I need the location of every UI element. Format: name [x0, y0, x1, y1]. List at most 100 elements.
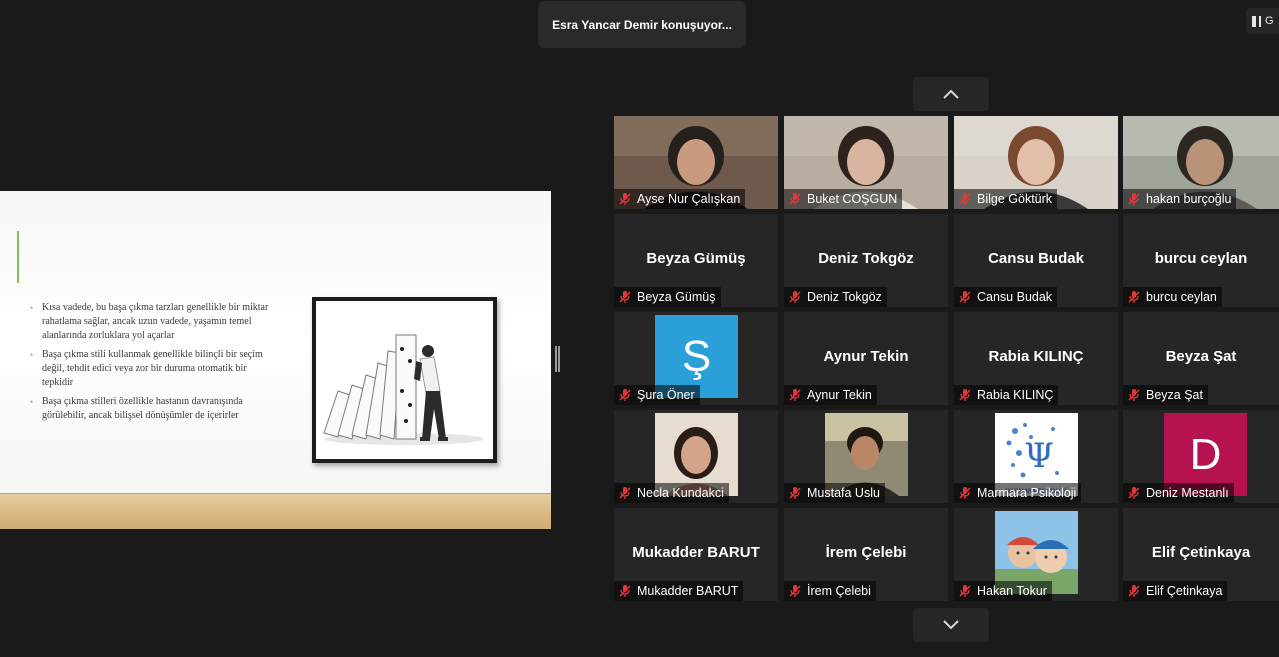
muted-microphone-icon [1128, 585, 1140, 597]
gallery-page-down-button[interactable] [913, 608, 989, 642]
participant-tile[interactable]: Necla Kundakci [614, 410, 778, 503]
participant-name: Ayse Nur Çalışkan [637, 192, 741, 206]
participant-display-name: Mukadder BARUT [632, 544, 760, 561]
participant-display-name: Rabia KILINÇ [988, 348, 1084, 365]
participant-name: Buket COŞGUN [807, 192, 898, 206]
participant-tile[interactable]: Mustafa Uslu [784, 410, 948, 503]
participant-name-tag: Cansu Budak [954, 287, 1058, 307]
participant-name-tag: Mustafa Uslu [784, 483, 885, 503]
participant-display-name: Beyza Gümüş [646, 250, 746, 267]
participant-tile[interactable]: Elif Çetinkaya Elif Çetinkaya [1123, 508, 1279, 601]
participant-tile[interactable]: Mukadder BARUT Mukadder BARUT [614, 508, 778, 601]
muted-microphone-icon [1128, 487, 1140, 499]
participant-name-tag: Beyza Şat [1123, 385, 1208, 405]
participant-name: Necla Kundakci [637, 486, 724, 500]
gallery-page-up-button[interactable] [913, 77, 989, 111]
participant-tile[interactable]: Cansu Budak Cansu Budak [954, 214, 1118, 307]
participant-tile[interactable]: D Deniz Mestanlı [1123, 410, 1279, 503]
participant-name-tag: İrem Çelebi [784, 581, 876, 601]
participant-tile[interactable]: Hakan Tokur [954, 508, 1118, 601]
participant-name: burcu ceylan [1146, 290, 1217, 304]
participant-tile[interactable]: Ş Şura Öner [614, 312, 778, 405]
participant-name-tag: Rabia KILINÇ [954, 385, 1059, 405]
muted-microphone-icon [789, 193, 801, 205]
participant-name: İrem Çelebi [807, 584, 871, 598]
muted-microphone-icon [619, 291, 631, 303]
participant-tile[interactable]: Aynur Tekin Aynur Tekin [784, 312, 948, 405]
participant-name: Elif Çetinkaya [1146, 584, 1223, 598]
slide-floor-decoration [0, 493, 551, 529]
participant-name-tag: Marmara Psikoloji [954, 483, 1082, 503]
shared-screen-slide[interactable]: Kısa vadede, bu başa çıkma tarzları gene… [0, 191, 551, 529]
muted-microphone-icon [1128, 291, 1140, 303]
participant-name: Hakan Tokur [977, 584, 1047, 598]
participant-name: Beyza Gümüş [637, 290, 716, 304]
participant-tile[interactable]: İrem Çelebi İrem Çelebi [784, 508, 948, 601]
muted-microphone-icon [1128, 193, 1140, 205]
participant-name: Şura Öner [637, 388, 695, 402]
muted-microphone-icon [789, 291, 801, 303]
gallery-view-button[interactable]: G [1246, 8, 1279, 34]
participant-name: hakan burçoğlu [1146, 192, 1232, 206]
muted-microphone-icon [959, 389, 971, 401]
participant-name: Rabia KILINÇ [977, 388, 1054, 402]
participant-tile[interactable]: Beyza Şat Beyza Şat [1123, 312, 1279, 405]
participant-tile[interactable]: Buket COŞGUN [784, 116, 948, 209]
participant-name-tag: Beyza Gümüş [614, 287, 721, 307]
participant-name: Deniz Tokgöz [807, 290, 882, 304]
participant-display-name: İrem Çelebi [825, 544, 907, 561]
muted-microphone-icon [789, 389, 801, 401]
participant-tile[interactable]: Beyza Gümüş Beyza Gümüş [614, 214, 778, 307]
participant-name: Bilge Göktürk [977, 192, 1053, 206]
participant-name-tag: Necla Kundakci [614, 483, 729, 503]
muted-microphone-icon [959, 193, 971, 205]
participant-name-tag: Hakan Tokur [954, 581, 1052, 601]
muted-microphone-icon [619, 389, 631, 401]
participant-name-tag: Aynur Tekin [784, 385, 877, 405]
participant-name-tag: hakan burçoğlu [1123, 189, 1237, 209]
muted-microphone-icon [619, 193, 631, 205]
split-view-resize-handle[interactable] [555, 346, 560, 372]
participant-tile[interactable]: Rabia KILINÇ Rabia KILINÇ [954, 312, 1118, 405]
participant-name: Deniz Mestanlı [1146, 486, 1229, 500]
participant-name: Mustafa Uslu [807, 486, 880, 500]
participant-tile[interactable]: Ayse Nur Çalışkan [614, 116, 778, 209]
participant-display-name: Beyza Şat [1165, 348, 1237, 365]
meeting-window: Esra Yancar Demir konuşuyor... G Kısa va… [0, 0, 1279, 657]
slide-bullet: Başa çıkma stili kullanmak genellikle bi… [28, 348, 278, 390]
slide-bullet: Kısa vadede, bu başa çıkma tarzları gene… [28, 301, 278, 343]
avatar-letter: D [1189, 429, 1222, 479]
domino-pushing-image [312, 297, 497, 463]
participant-gallery: Ayse Nur Çalışkan Buket COŞGUN Bilge Göktü… [614, 116, 1279, 603]
participant-name: Marmara Psikoloji [977, 486, 1077, 500]
chevron-down-icon [943, 620, 959, 630]
participant-display-name: Cansu Budak [988, 250, 1084, 267]
slide-accent-bar [17, 231, 19, 283]
slide-bullet-list: Kısa vadede, bu başa çıkma tarzları gene… [28, 301, 278, 428]
participant-name-tag: Bilge Göktürk [954, 189, 1058, 209]
chevron-up-icon [943, 89, 959, 99]
grid-view-icon [1252, 15, 1261, 27]
participant-tile[interactable]: Deniz Tokgöz Deniz Tokgöz [784, 214, 948, 307]
active-speaker-banner: Esra Yancar Demir konuşuyor... [538, 1, 746, 48]
svg-text:Ψ: Ψ [1024, 436, 1054, 476]
participant-tile[interactable]: burcu ceylan burcu ceylan [1123, 214, 1279, 307]
active-speaker-text: Esra Yancar Demir konuşuyor... [552, 17, 732, 32]
muted-microphone-icon [959, 291, 971, 303]
participant-name: Aynur Tekin [807, 388, 872, 402]
participant-tile[interactable]: ΨMARMARA PSİKOLOJİMarmara Psikoloji [954, 410, 1118, 503]
muted-microphone-icon [789, 487, 801, 499]
participant-name: Beyza Şat [1146, 388, 1203, 402]
participant-name-tag: Ayse Nur Çalışkan [614, 189, 746, 209]
muted-microphone-icon [619, 585, 631, 597]
participant-name-tag: burcu ceylan [1123, 287, 1222, 307]
participant-display-name: Deniz Tokgöz [818, 250, 914, 267]
slide-bullet: Başa çıkma stilleri özellikle hastanın d… [28, 395, 278, 423]
participant-name: Cansu Budak [977, 290, 1053, 304]
participant-name: Mukadder BARUT [637, 584, 739, 598]
participant-name-tag: Deniz Tokgöz [784, 287, 887, 307]
participant-tile[interactable]: Bilge Göktürk [954, 116, 1118, 209]
participant-tile[interactable]: hakan burçoğlu [1123, 116, 1279, 209]
muted-microphone-icon [619, 487, 631, 499]
participant-display-name: burcu ceylan [1154, 250, 1248, 267]
